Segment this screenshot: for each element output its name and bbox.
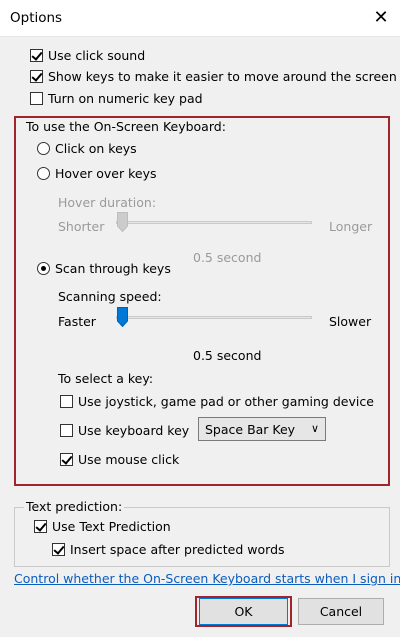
hover-longer-label: Longer bbox=[329, 219, 373, 234]
scan-through-keys-label: Scan through keys bbox=[55, 261, 171, 276]
use-click-sound-checkbox[interactable] bbox=[30, 49, 43, 62]
keyboard-key-select[interactable]: Space Bar Key ∨ bbox=[198, 417, 326, 441]
osk-group-title: To use the On-Screen Keyboard: bbox=[24, 119, 228, 134]
cancel-button[interactable]: Cancel bbox=[298, 598, 384, 625]
scanning-speed-track bbox=[116, 316, 312, 319]
scanning-speed-value: 0.5 second bbox=[193, 348, 262, 363]
keyboard-key-checkbox[interactable] bbox=[60, 424, 73, 437]
scanning-speed-slider-thumb[interactable] bbox=[117, 307, 128, 327]
click-on-keys-label: Click on keys bbox=[55, 141, 137, 156]
mouse-click-checkbox[interactable] bbox=[60, 453, 73, 466]
ok-button[interactable]: OK bbox=[199, 598, 288, 625]
use-text-prediction-checkbox[interactable] bbox=[34, 520, 47, 533]
keyboard-key-label: Use keyboard key bbox=[78, 423, 190, 438]
select-key-label: To select a key: bbox=[58, 371, 154, 386]
insert-space-checkbox[interactable] bbox=[52, 543, 65, 556]
keyboard-key-select-value: Space Bar Key bbox=[205, 422, 296, 437]
numeric-keypad-checkbox[interactable] bbox=[30, 92, 43, 105]
close-icon[interactable]: ✕ bbox=[368, 4, 394, 30]
hover-duration-label: Hover duration: bbox=[58, 195, 157, 210]
show-keys-label: Show keys to make it easier to move arou… bbox=[48, 69, 397, 84]
hover-duration-slider-thumb bbox=[117, 212, 128, 232]
joystick-label: Use joystick, game pad or other gaming d… bbox=[78, 394, 374, 409]
text-prediction-group bbox=[14, 507, 390, 567]
text-prediction-group-title: Text prediction: bbox=[24, 499, 125, 514]
numeric-keypad-label: Turn on numeric key pad bbox=[48, 91, 203, 106]
scan-slower-label: Slower bbox=[329, 314, 372, 329]
window-title: Options bbox=[10, 10, 63, 26]
joystick-checkbox[interactable] bbox=[60, 395, 73, 408]
hover-duration-track bbox=[116, 221, 312, 224]
hover-duration-value: 0.5 second bbox=[193, 250, 262, 265]
hover-shorter-label: Shorter bbox=[58, 219, 105, 234]
hover-over-keys-label: Hover over keys bbox=[55, 166, 157, 181]
insert-space-label: Insert space after predicted words bbox=[70, 542, 285, 557]
use-text-prediction-label: Use Text Prediction bbox=[52, 519, 171, 534]
scan-faster-label: Faster bbox=[58, 314, 96, 329]
scan-through-keys-radio[interactable] bbox=[37, 262, 50, 275]
click-on-keys-radio[interactable] bbox=[37, 142, 50, 155]
scanning-speed-label: Scanning speed: bbox=[58, 289, 162, 304]
chevron-down-icon: ∨ bbox=[310, 422, 319, 435]
mouse-click-label: Use mouse click bbox=[78, 452, 180, 467]
startup-settings-link[interactable]: Control whether the On-Screen Keyboard s… bbox=[14, 571, 400, 586]
show-keys-checkbox[interactable] bbox=[30, 70, 43, 83]
use-click-sound-label: Use click sound bbox=[48, 48, 146, 63]
hover-over-keys-radio[interactable] bbox=[37, 167, 50, 180]
title-bar: Options ✕ bbox=[0, 0, 400, 36]
